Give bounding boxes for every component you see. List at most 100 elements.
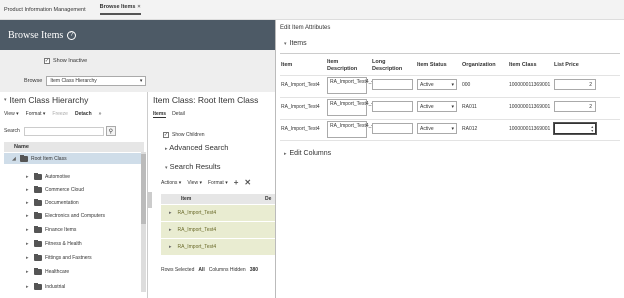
search-input[interactable] — [23, 126, 104, 136]
show-children-row: ✓ Show Children — [163, 132, 205, 138]
tab-items[interactable]: Items — [153, 111, 167, 118]
long-description-field[interactable] — [372, 101, 413, 112]
browse-label: Browse — [24, 78, 43, 84]
columns-hidden-label: Columns Hidden — [208, 267, 246, 273]
results-status-bar: Rows Selected All Columns Hidden 380 — [161, 267, 258, 273]
folder-icon — [34, 253, 42, 261]
scrollbar-thumb[interactable] — [141, 154, 146, 224]
show-inactive-checkbox[interactable]: ✓ — [44, 58, 50, 64]
view-menu[interactable]: View ▾ — [187, 180, 202, 186]
item-description-field[interactable]: RA_Import_Test4_4 — [327, 99, 374, 116]
tree-node[interactable]: ◢ Root Item Class — [4, 153, 141, 164]
collapse-triangle-icon[interactable]: ◢ — [12, 156, 17, 162]
row-divider — [280, 97, 620, 98]
tab-product-information-management[interactable]: Product Information Management — [4, 7, 86, 13]
search-results-header[interactable]: ▾ Search Results — [165, 162, 220, 171]
browse-row: Browse Item Class Hierarchy ▾ — [24, 76, 147, 86]
expand-triangle-icon[interactable]: ▸ — [26, 269, 31, 275]
column-item[interactable]: Item — [181, 196, 191, 202]
table-row[interactable]: ▸ RA_Import_Test4 — [161, 205, 275, 221]
delete-icon[interactable]: ✕ — [244, 178, 251, 187]
help-icon[interactable]: ? — [67, 30, 77, 40]
row-item: RA_Import_Test4 — [177, 244, 217, 250]
items-section-header[interactable]: ▾ Items — [284, 40, 307, 47]
expand-triangle-icon: ▸ — [165, 146, 168, 152]
tree-node[interactable]: ▸ Automotive — [26, 171, 70, 182]
expand-triangle-icon[interactable]: ▸ — [26, 187, 31, 193]
tree-node[interactable]: ▸ Commerce Cloud — [26, 184, 84, 195]
column-description[interactable]: De — [265, 196, 271, 202]
results-toolbar: Actions ▾ View ▾ Format ▾ + ✕ — [161, 178, 251, 187]
tree-node[interactable]: ▸ Documentation — [26, 197, 79, 208]
tree-scrollbar[interactable] — [141, 152, 146, 292]
chevron-down-icon: ▾ — [139, 78, 143, 84]
chevron-down-icon: ▾ — [451, 103, 454, 110]
hierarchy-toolbar: View ▾ Format ▾ Freeze Detach » — [4, 111, 101, 117]
table-row[interactable]: ▸ RA_Import_Test4 — [161, 222, 275, 238]
expand-triangle-icon[interactable]: ▸ — [26, 255, 31, 261]
list-price-field[interactable]: 2 — [554, 101, 596, 112]
edit-columns-header[interactable]: ▸ Edit Columns — [284, 150, 331, 157]
expand-triangle-icon[interactable]: ▸ — [26, 241, 31, 247]
expand-triangle-icon[interactable]: ▸ — [26, 213, 31, 219]
expand-triangle-icon[interactable]: ▸ — [169, 244, 172, 250]
spinner-icon[interactable]: ▲ ▼ — [591, 125, 594, 133]
advanced-search-header[interactable]: ▸ Advanced Search — [165, 143, 228, 152]
panel-splitter[interactable] — [147, 192, 152, 208]
search-icon[interactable]: ⚲ — [105, 126, 116, 136]
folder-icon — [34, 239, 42, 247]
item-status-select[interactable]: Active ▾ — [417, 123, 457, 134]
show-inactive-row: ✓ Show Inactive — [44, 58, 87, 64]
edit-columns-label: Edit Columns — [289, 150, 332, 157]
item-description-field[interactable]: RA_Import_Test4_4 — [327, 121, 374, 138]
browse-select[interactable]: Item Class Hierarchy ▾ — [46, 76, 147, 86]
format-menu[interactable]: Format ▾ — [208, 180, 228, 186]
expand-triangle-icon[interactable]: ▸ — [26, 174, 31, 180]
list-price-field[interactable]: ▲ ▼ — [553, 122, 597, 135]
collapse-triangle-icon[interactable]: ▾ — [4, 97, 7, 103]
tab-browse-items[interactable]: Browse Items × — [99, 4, 141, 15]
expand-triangle-icon[interactable]: ▸ — [26, 227, 31, 233]
divider — [280, 53, 620, 54]
tree-node[interactable]: ▸ Electronics and Computers — [26, 210, 105, 221]
add-icon[interactable]: + — [234, 178, 239, 187]
close-icon[interactable]: × — [137, 4, 140, 10]
columns-hidden-value: 380 — [249, 267, 259, 273]
long-description-field[interactable] — [372, 123, 413, 134]
show-children-checkbox[interactable]: ✓ — [163, 132, 169, 138]
tree-node[interactable]: ▸ Fitness & Health — [26, 238, 82, 249]
column-item-status: Item Status — [417, 62, 447, 68]
row-divider — [280, 119, 620, 120]
view-menu[interactable]: View ▾ — [4, 111, 19, 117]
item-description-field[interactable]: RA_Import_Test4_4 — [327, 77, 374, 94]
item-status-select[interactable]: Active ▾ — [417, 101, 457, 112]
column-long-description: Long Description — [372, 59, 403, 72]
expand-triangle-icon[interactable]: ▸ — [169, 227, 172, 233]
column-item-class: Item Class — [509, 62, 537, 68]
item-class-tabs: Items Detail — [153, 111, 185, 118]
expand-triangle-icon[interactable]: ▸ — [26, 200, 31, 206]
tree-node[interactable]: ▸ Fittings and Fastners — [26, 252, 92, 263]
expand-triangle-icon[interactable]: ▸ — [26, 284, 31, 290]
detach-button[interactable]: Detach — [75, 111, 92, 117]
table-row[interactable]: ▸ RA_Import_Test4 — [161, 239, 275, 255]
more-button[interactable]: » — [99, 111, 102, 117]
list-price-field[interactable]: 2 — [554, 79, 596, 90]
long-description-field[interactable] — [372, 79, 413, 90]
rows-selected-value: All — [198, 267, 205, 273]
column-list-price: List Price — [554, 62, 579, 68]
show-children-label: Show Children — [172, 132, 205, 138]
column-item-description: Item Description — [327, 59, 358, 72]
tree-node[interactable]: ▸ Finance Items — [26, 224, 76, 235]
tree-node[interactable]: ▸ Industrial — [26, 281, 65, 292]
tree-node-label: Healthcare — [45, 268, 70, 275]
row-divider — [280, 140, 620, 141]
tree-node[interactable]: ▸ Healthcare — [26, 266, 69, 277]
actions-menu[interactable]: Actions ▾ — [161, 180, 181, 186]
freeze-button[interactable]: Freeze — [52, 111, 68, 117]
format-menu[interactable]: Format ▾ — [26, 111, 46, 117]
expand-triangle-icon[interactable]: ▸ — [169, 210, 172, 216]
item-status-select[interactable]: Active ▾ — [417, 79, 457, 90]
folder-icon — [34, 267, 42, 275]
tab-detail[interactable]: Detail — [172, 111, 185, 118]
